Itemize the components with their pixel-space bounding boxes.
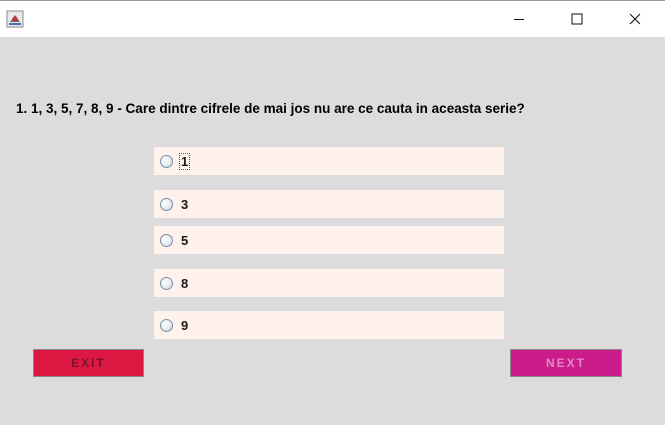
option-1[interactable]: 1: [154, 147, 504, 175]
maximize-button[interactable]: [554, 1, 600, 37]
exit-button[interactable]: EXIT: [33, 349, 144, 377]
radio-button[interactable]: [160, 197, 173, 211]
option-label: 5: [181, 232, 189, 248]
close-button[interactable]: [612, 1, 658, 37]
radio-button[interactable]: [160, 318, 173, 332]
radio-button[interactable]: [160, 154, 173, 168]
radio-button[interactable]: [160, 276, 173, 290]
maximize-icon: [571, 13, 583, 25]
option-label: 1: [178, 152, 191, 170]
radio-button[interactable]: [160, 233, 173, 247]
minimize-button[interactable]: [496, 1, 542, 37]
option-label: 8: [181, 275, 189, 291]
java-app-icon: [6, 10, 24, 28]
title-bar: [0, 0, 665, 37]
option-3[interactable]: 3: [154, 190, 504, 218]
option-label: 9: [181, 317, 189, 333]
question-text: 1. 1, 3, 5, 7, 8, 9 - Care dintre cifrel…: [16, 101, 525, 116]
option-label: 3: [181, 196, 189, 212]
option-5[interactable]: 5: [154, 226, 504, 254]
next-button[interactable]: NEXT: [510, 349, 622, 377]
option-8[interactable]: 8: [154, 269, 504, 297]
minimize-icon: [514, 19, 524, 20]
close-icon: [629, 13, 641, 25]
option-9[interactable]: 9: [154, 311, 504, 339]
